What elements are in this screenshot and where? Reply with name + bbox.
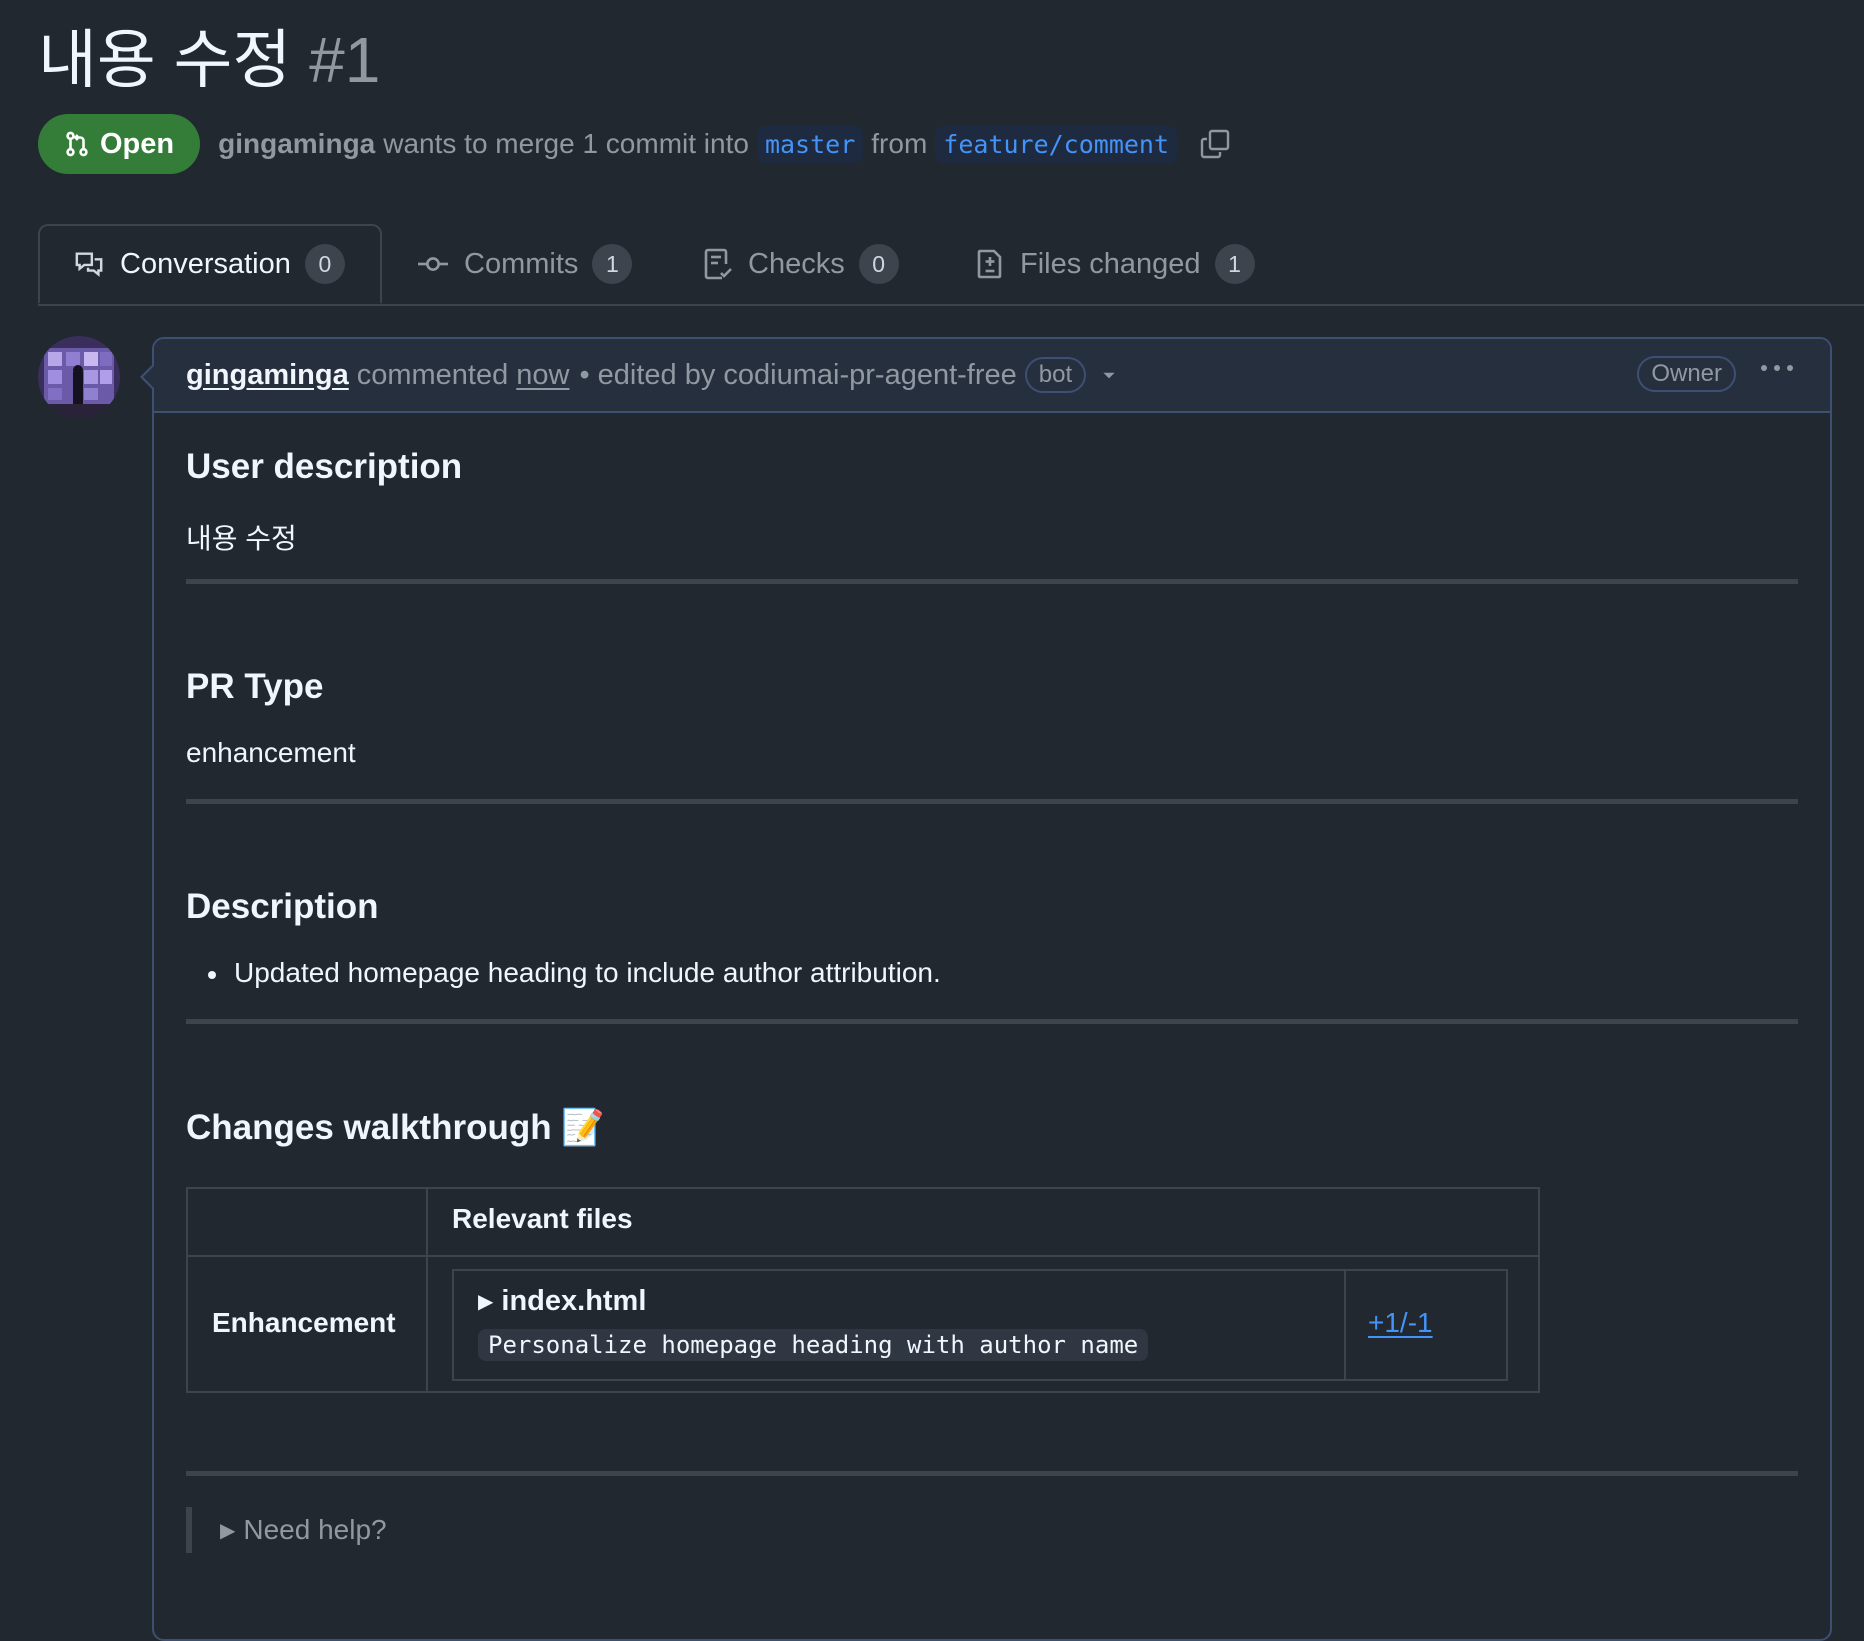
avatar[interactable] [38, 336, 120, 418]
git-pull-request-icon [64, 130, 100, 158]
need-help-text: Need help? [243, 1514, 387, 1545]
checklist-icon [702, 247, 748, 281]
comment-author-link[interactable]: gingaminga [186, 359, 349, 392]
category-cell: Enhancement [212, 1307, 396, 1338]
walkthrough-heading: Changes walkthrough 📝 [186, 1108, 605, 1147]
tab-checks[interactable]: Checks 0 [702, 224, 899, 304]
divider [186, 579, 1798, 584]
triangle-right-icon: ▶ [478, 1291, 494, 1313]
comment-card: gingaminga commented now • edited by cod… [140, 337, 1832, 1641]
diff-stats-link[interactable]: +1/-1 [1368, 1307, 1433, 1339]
file-name: index.html [501, 1285, 647, 1317]
user-description-heading: User description [186, 447, 463, 486]
file-diff-icon [974, 247, 1020, 281]
comment-time-link[interactable]: now [516, 359, 569, 392]
pr-status-row: Open gingaminga wants to merge 1 commit … [38, 114, 1231, 174]
tab-label: Checks [748, 247, 845, 280]
relevant-files-header: Relevant files [452, 1203, 633, 1234]
tab-files-changed[interactable]: Files changed 1 [974, 224, 1255, 304]
owner-badge: Owner [1637, 356, 1736, 392]
description-item: Updated homepage heading to include auth… [208, 957, 941, 989]
chevron-down-icon[interactable] [1100, 369, 1118, 381]
tab-conversation[interactable]: Conversation 0 [38, 224, 382, 304]
base-branch[interactable]: master [756, 125, 864, 163]
copy-icon[interactable] [1199, 127, 1231, 161]
tab-label: Conversation [120, 247, 291, 280]
description-item-text: Updated homepage heading to include auth… [234, 957, 941, 988]
description-heading: Description [186, 887, 379, 926]
file-summary-code: Personalize homepage heading with author… [478, 1329, 1149, 1361]
file-summary-toggle[interactable]: ▶ index.html [478, 1285, 646, 1318]
pr-title-text: 내용 수정 [38, 24, 292, 96]
pr-tabs: Conversation 0 Commits 1 Checks 0 Files … [38, 224, 1864, 306]
kebab-horizontal-icon[interactable] [1760, 363, 1794, 373]
tab-label: Commits [464, 247, 579, 280]
divider [186, 1471, 1798, 1476]
tab-counter: 1 [592, 244, 633, 284]
divider [186, 1019, 1798, 1024]
pr-type-heading: PR Type [186, 667, 324, 706]
walkthrough-table: Relevant files Enhancement ▶ index.html … [186, 1187, 1540, 1393]
need-help-toggle[interactable]: ▶ Need help? [186, 1507, 387, 1553]
from-text: from [871, 128, 928, 159]
bot-badge: bot [1024, 357, 1087, 393]
merge-text: wants to merge 1 commit into [383, 128, 749, 159]
pr-type-text: enhancement [186, 737, 356, 768]
state-badge: Open [38, 114, 201, 174]
user-description-text: 내용 수정 [186, 523, 297, 554]
tab-counter: 1 [1214, 244, 1255, 284]
comment-action: commented [356, 358, 509, 391]
tab-counter: 0 [304, 244, 345, 284]
pr-number: #1 [309, 24, 381, 96]
tab-label: Files changed [1020, 247, 1201, 280]
file-row: ▶ index.html Personalize homepage headin… [452, 1269, 1508, 1381]
head-branch[interactable]: feature/comment [935, 125, 1178, 163]
state-label: Open [100, 127, 175, 160]
pr-author-link[interactable]: gingaminga [218, 128, 375, 160]
tab-counter: 0 [858, 244, 899, 284]
comment-discussion-icon [72, 249, 120, 279]
triangle-right-icon: ▶ [220, 1519, 236, 1542]
tab-commits[interactable]: Commits 1 [416, 224, 633, 304]
divider [186, 799, 1798, 804]
git-commit-icon [416, 249, 464, 279]
comment-header: gingaminga commented now • edited by cod… [154, 339, 1830, 413]
edited-by-text: • edited by codiumai-pr-agent-free [579, 358, 1017, 391]
pr-title: 내용 수정 #1 [38, 20, 380, 100]
